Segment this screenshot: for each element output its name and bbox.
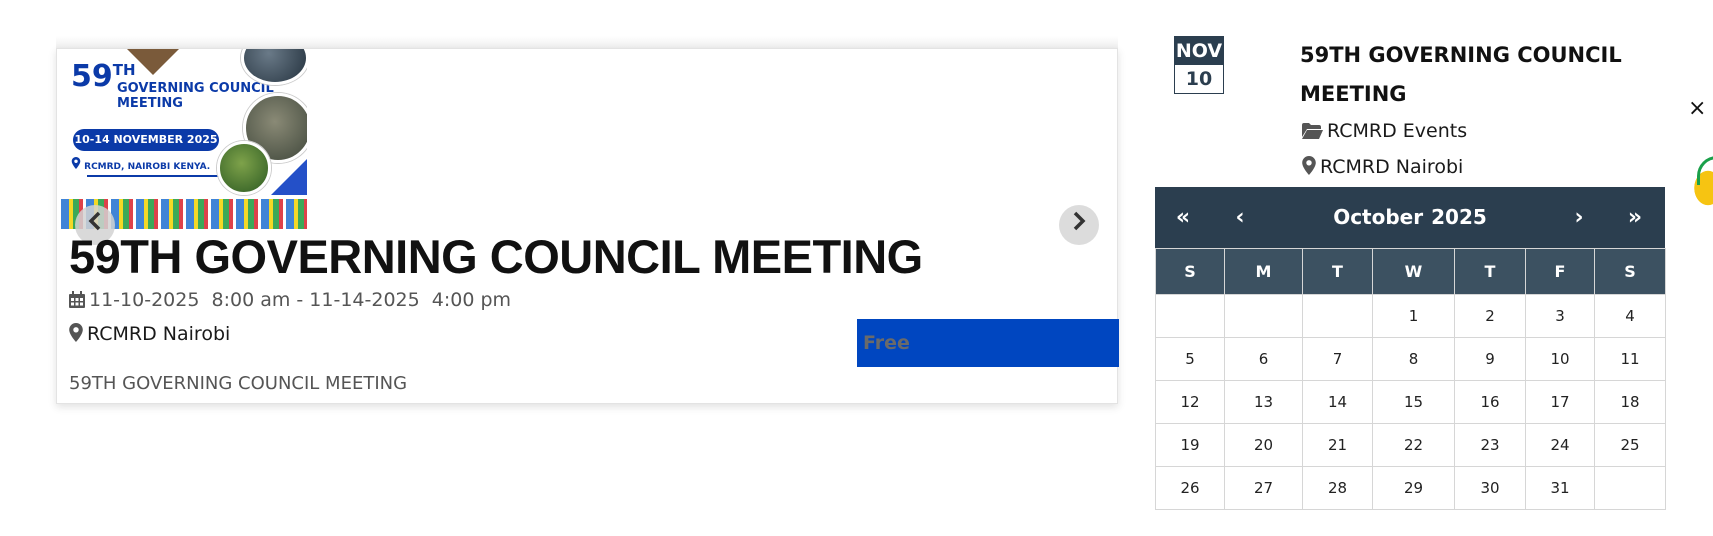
calendar-day-cell [1224,294,1303,338]
poster-photo-circle [217,141,271,195]
calendar-day-cell[interactable]: 7 [1302,337,1373,381]
calendar-day-cell[interactable]: 27 [1224,466,1303,510]
calendar-day-cell[interactable]: 31 [1525,466,1595,510]
calendar-day-cell[interactable]: 2 [1454,294,1526,338]
map-pin-icon [69,323,83,342]
weekday-header-row: S M T W T F S [1155,248,1666,295]
calendar-week-row: 12 13 14 15 16 17 18 [1155,380,1666,424]
event-title[interactable]: 59TH GOVERNING COUNCIL MEETING [69,229,923,284]
calendar-day-cell [1155,294,1225,338]
event-calendar: « ‹ October 2025 › » S M T W T F S 1 2 3… [1155,187,1666,510]
calendar-week-row: 1 2 3 4 [1155,294,1666,338]
weekday-label: W [1372,248,1455,295]
weekday-label: T [1454,248,1526,295]
price-badge: Free [857,319,1119,367]
calendar-day-cell[interactable]: 3 [1525,294,1595,338]
prev-month-button[interactable]: ‹ [1220,187,1260,248]
event-card: 59TH GOVERNING COUNCIL MEETING 10-14 NOV… [56,48,1119,404]
widget-event-location: RCMRD Nairobi [1302,156,1463,178]
event-description: 59TH GOVERNING COUNCIL MEETING [69,373,408,394]
close-icon[interactable]: × [1688,96,1706,121]
carousel-next-button[interactable] [1059,205,1099,245]
calendar-day-cell[interactable]: 25 [1594,423,1666,467]
calendar-icon [69,291,85,308]
calendar-day-cell[interactable]: 29 [1372,466,1455,510]
calendar-day-cell[interactable]: 6 [1224,337,1303,381]
calendar-day-cell[interactable]: 30 [1454,466,1526,510]
calendar-day-cell[interactable]: 13 [1224,380,1303,424]
calendar-day-cell[interactable]: 26 [1155,466,1225,510]
prev-year-button[interactable]: « [1163,187,1203,248]
poster-decoration [271,159,307,195]
widget-event-title[interactable]: 59TH GOVERNING COUNCIL MEETING [1300,36,1630,114]
chevron-right-icon [1073,211,1086,231]
calendar-week-row: 5 6 7 8 9 10 11 [1155,337,1666,381]
event-location: RCMRD Nairobi [69,323,230,345]
poster-location: RCMRD, NAIROBI KENYA. [71,157,210,172]
calendar-day-cell[interactable]: 28 [1302,466,1373,510]
event-poster-image[interactable]: 59TH GOVERNING COUNCIL MEETING 10-14 NOV… [57,49,307,229]
poster-divider [87,175,223,177]
next-month-button[interactable]: › [1559,187,1599,248]
weekday-label: T [1302,248,1373,295]
weekday-label: S [1155,248,1225,295]
calendar-day-cell[interactable]: 10 [1525,337,1595,381]
weekday-label: M [1224,248,1303,295]
weekday-label: F [1525,248,1595,295]
date-badge-month: NOV [1175,37,1223,65]
calendar-year: 2025 [1431,205,1487,229]
calendar-day-cell[interactable]: 22 [1372,423,1455,467]
folder-open-icon [1302,123,1323,139]
calendar-day-cell[interactable]: 24 [1525,423,1595,467]
map-pin-icon [1302,156,1316,175]
event-date-range: 11-10-2025 8:00 am - 11-14-2025 4:00 pm [69,289,511,311]
calendar-day-cell[interactable]: 21 [1302,423,1373,467]
calendar-day-cell[interactable]: 18 [1594,380,1666,424]
weekday-label: S [1594,248,1666,295]
poster-photo-circle [241,49,307,85]
calendar-month: October [1333,205,1424,229]
calendar-day-cell[interactable]: 4 [1594,294,1666,338]
calendar-day-cell[interactable]: 23 [1454,423,1526,467]
calendar-day-cell[interactable]: 9 [1454,337,1526,381]
calendar-day-cell[interactable]: 20 [1224,423,1303,467]
calendar-day-cell[interactable]: 15 [1372,380,1455,424]
calendar-day-cell[interactable]: 17 [1525,380,1595,424]
calendar-day-cell[interactable]: 16 [1454,380,1526,424]
date-badge-day: 10 [1185,68,1213,90]
calendar-day-cell[interactable]: 8 [1372,337,1455,381]
calendar-day-cell [1302,294,1373,338]
calendar-day-cell[interactable]: 14 [1302,380,1373,424]
calendar-day-cell[interactable]: 5 [1155,337,1225,381]
calendar-day-cell[interactable]: 19 [1155,423,1225,467]
calendar-week-row: 26 27 28 29 30 31 [1155,466,1666,510]
calendar-week-row: 19 20 21 22 23 24 25 [1155,423,1666,467]
calendar-header: « ‹ October 2025 › » [1155,187,1665,248]
widget-event-category[interactable]: RCMRD Events [1302,120,1467,142]
event-date-badge: NOV 10 [1174,36,1224,94]
chevron-left-icon [88,211,101,231]
calendar-day-cell [1594,466,1666,510]
poster-dates: 10-14 NOVEMBER 2025 [73,129,219,151]
next-year-button[interactable]: » [1615,187,1655,248]
calendar-day-cell[interactable]: 11 [1594,337,1666,381]
calendar-month-year: October 2025 [1305,187,1515,248]
calendar-grid: S M T W T F S 1 2 3 4 5 6 7 8 9 10 11 12… [1155,248,1666,510]
calendar-day-cell[interactable]: 1 [1372,294,1455,338]
calendar-day-cell[interactable]: 12 [1155,380,1225,424]
map-pin-icon [71,157,81,169]
